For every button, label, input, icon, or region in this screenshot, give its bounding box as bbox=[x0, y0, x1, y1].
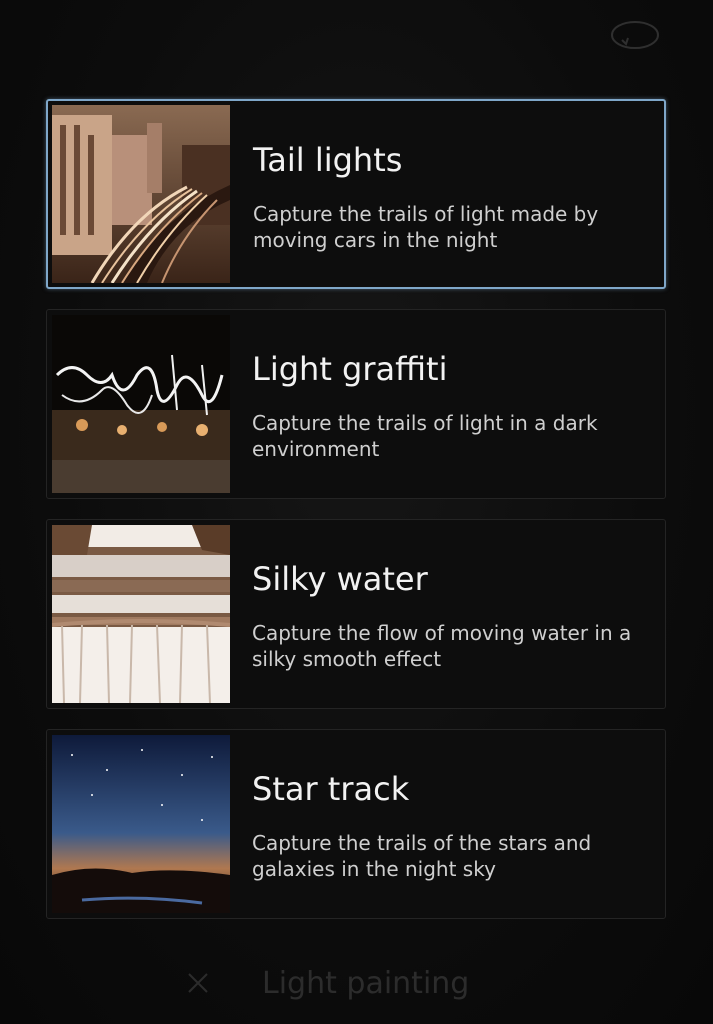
mode-description: Capture the flow of moving water in a si… bbox=[252, 621, 632, 671]
tail-lights-thumbnail bbox=[52, 105, 230, 283]
mode-card-light-graffiti[interactable]: Light graffiti Capture the trails of lig… bbox=[46, 309, 666, 499]
mode-title: Light graffiti bbox=[252, 350, 448, 388]
light-painting-mode-screen: Tail lights Capture the trails of light … bbox=[0, 0, 713, 1024]
mode-group-title: Light painting bbox=[262, 966, 470, 1001]
close-icon[interactable] bbox=[185, 970, 211, 996]
silky-water-thumbnail bbox=[52, 525, 230, 703]
light-graffiti-thumbnail bbox=[52, 315, 230, 493]
mode-title: Tail lights bbox=[253, 141, 403, 179]
mode-description: Capture the trails of light in a dark en… bbox=[252, 411, 598, 461]
rotate-camera-icon[interactable] bbox=[610, 18, 660, 52]
mode-description: Capture the trails of light made by movi… bbox=[253, 202, 599, 252]
mode-card-tail-lights[interactable]: Tail lights Capture the trails of light … bbox=[46, 99, 666, 289]
mode-card-silky-water[interactable]: Silky water Capture the flow of moving w… bbox=[46, 519, 666, 709]
mode-card-star-track[interactable]: Star track Capture the trails of the sta… bbox=[46, 729, 666, 919]
mode-description: Capture the trails of the stars and gala… bbox=[252, 831, 592, 881]
star-track-thumbnail bbox=[52, 735, 230, 913]
mode-title: Silky water bbox=[252, 560, 428, 598]
mode-title: Star track bbox=[252, 770, 410, 808]
bottom-bar: Light painting bbox=[0, 960, 713, 1010]
